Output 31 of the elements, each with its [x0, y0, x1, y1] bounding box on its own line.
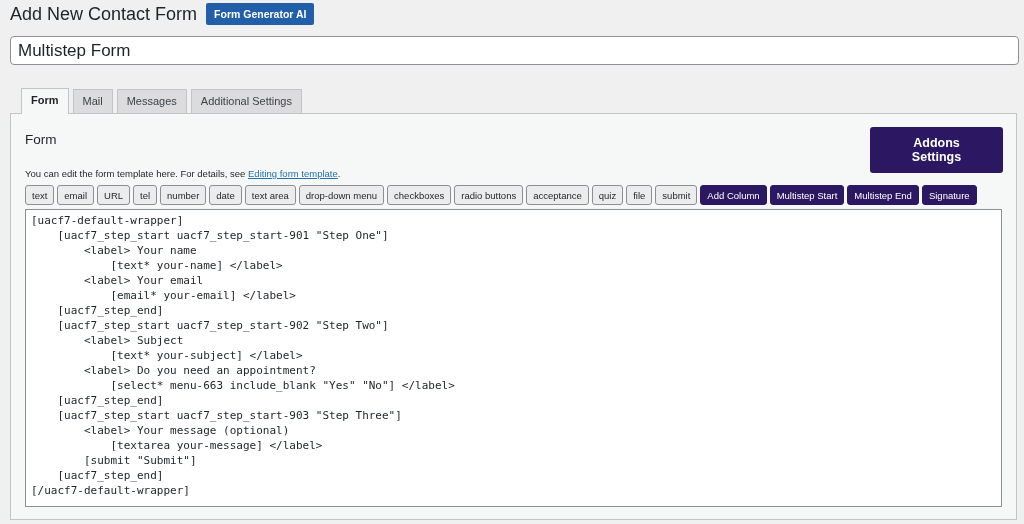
addon-tag-button[interactable]: Signature: [921, 185, 977, 205]
tag-button[interactable]: email: [57, 185, 94, 205]
tab[interactable]: Mail: [72, 89, 113, 113]
tag-button[interactable]: checkboxes: [387, 185, 452, 205]
tag-button[interactable]: number: [160, 185, 207, 205]
tag-button[interactable]: quiz: [591, 185, 624, 205]
tag-button[interactable]: drop-down menu: [298, 185, 385, 205]
form-generator-ai-button[interactable]: Form Generator AI: [206, 3, 315, 25]
addon-tag-button[interactable]: Multistep End: [847, 185, 919, 205]
tag-button[interactable]: text area: [244, 185, 296, 205]
panel-heading: Form: [25, 132, 57, 147]
tag-button[interactable]: file: [626, 185, 653, 205]
tab[interactable]: Additional Settings: [190, 89, 302, 113]
tag-button[interactable]: URL: [97, 185, 131, 205]
tag-button[interactable]: acceptance: [526, 185, 589, 205]
tag-button[interactable]: text: [25, 185, 55, 205]
addons-settings-button[interactable]: Addons Settings: [870, 127, 1003, 173]
form-title-field[interactable]: Multistep Form: [10, 36, 1019, 65]
tag-button[interactable]: date: [209, 185, 242, 205]
addon-tag-button[interactable]: Multistep Start: [769, 185, 845, 205]
editing-form-template-link[interactable]: Editing form template: [248, 168, 338, 179]
template-code: [uacf7-default-wrapper] [uacf7_step_start uacf7_step_start-901 "Step One"] <label> Your name [text* your-name] </label> <label> Your email [email* your-email] </label> [uacf7_step_end] [uacf7_step_start uacf7_step_start-902 "Step Two"] <label> Subject [text* your-subject] </label> <label> Do you need an appointment? [select* menu-663 include_blank "Yes" "No"] </label> [uacf7_step_end] [uacf7_step_start uacf7_step_start-903 "Step Three"] <label> Your message (optional) [textarea your-message] </label> [submit "Submit"] [uacf7_step_end] [/uacf7-default-wrapper]: [31, 213, 456, 498]
tab[interactable]: Form: [21, 88, 69, 114]
tag-button[interactable]: radio buttons: [454, 185, 524, 205]
panel-description: You can edit the form template here. For details, see Editing form template.: [25, 168, 342, 179]
tag-button[interactable]: tel: [133, 185, 158, 205]
tab[interactable]: Messages: [116, 89, 187, 113]
addon-tag-button[interactable]: Add Column: [700, 185, 767, 205]
page-title: Add New Contact Form: [10, 3, 198, 25]
tag-button[interactable]: submit: [655, 185, 698, 205]
template-editor[interactable]: [25, 209, 1002, 507]
